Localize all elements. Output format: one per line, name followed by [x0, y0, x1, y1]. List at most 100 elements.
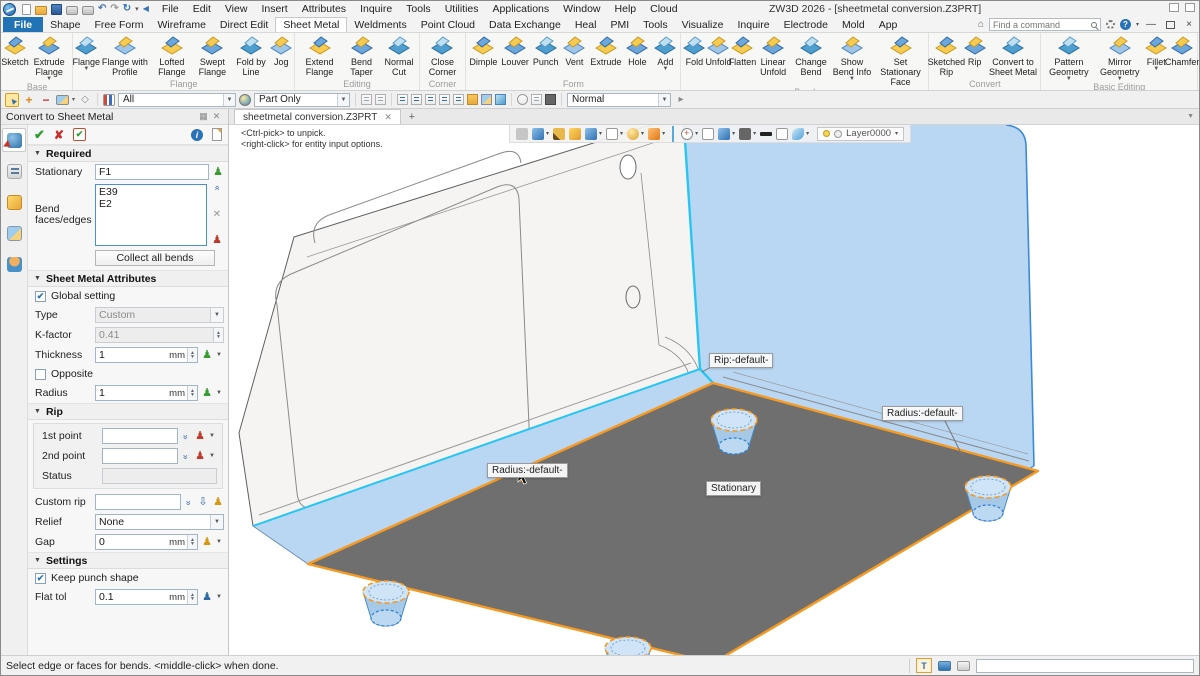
- bend-list-item[interactable]: E2: [99, 198, 203, 210]
- status-input[interactable]: [976, 659, 1194, 673]
- ribbon-button-normal-cut[interactable]: Normal Cut: [380, 34, 417, 77]
- ribbon-tab-shape[interactable]: Shape: [43, 17, 87, 32]
- stationary-input[interactable]: F1: [95, 164, 209, 180]
- material-mode-icon-arrow[interactable]: ▾: [662, 130, 665, 137]
- wireframe-mode-icon-arrow[interactable]: ▾: [620, 130, 623, 137]
- role-manager-tab[interactable]: [2, 252, 26, 276]
- toolbar-options-icon[interactable]: ▾: [135, 6, 139, 13]
- ribbon-button-show-bend-info[interactable]: Show Bend Info▼: [830, 34, 874, 82]
- child-close-icon[interactable]: [1185, 3, 1195, 12]
- second-point-expand-icon[interactable]: »: [181, 451, 191, 461]
- restore-button[interactable]: [1163, 21, 1177, 29]
- multi-view-icon-arrow[interactable]: ▾: [753, 130, 756, 137]
- custom-rip-import-icon[interactable]: ⇩: [197, 497, 209, 508]
- model-dimple-3[interactable]: [363, 581, 409, 626]
- ribbon-tab-wireframe[interactable]: Wireframe: [150, 17, 212, 32]
- input-brackets-icon[interactable]: [531, 94, 542, 105]
- style-combo[interactable]: Normal▼: [567, 93, 671, 107]
- align-reference-icon[interactable]: [361, 94, 372, 105]
- close-button[interactable]: ×: [1182, 19, 1196, 30]
- model-dimple-4[interactable]: [605, 637, 651, 655]
- radius-tag-left[interactable]: Radius:-default-: [487, 463, 568, 478]
- radius-input[interactable]: 1mm▲▼: [95, 385, 198, 401]
- minimize-button[interactable]: —: [1144, 19, 1158, 30]
- type-dropdown[interactable]: Custom▼: [95, 307, 224, 323]
- radius-pick-icon[interactable]: ♟: [201, 388, 213, 399]
- collapse-toolbar-icon[interactable]: ◀: [143, 5, 149, 13]
- ribbon-button-punch[interactable]: Punch: [531, 34, 561, 67]
- filter-text-icon[interactable]: T: [916, 658, 932, 673]
- menu-attributes[interactable]: Attributes: [295, 3, 353, 15]
- ribbon-tab-file[interactable]: File: [3, 17, 43, 32]
- ribbon-tab-electrode[interactable]: Electrode: [777, 17, 835, 32]
- ribbon-button-rip[interactable]: Rip: [963, 34, 987, 67]
- layer-bulb-icon[interactable]: [823, 130, 830, 137]
- ribbon-button-fold[interactable]: Fold: [682, 34, 706, 67]
- home-icon[interactable]: ⌂: [978, 19, 984, 30]
- history-clock-icon[interactable]: [517, 94, 528, 105]
- pick-cursor-icon[interactable]: ▲: [5, 93, 19, 107]
- viewport-canvas[interactable]: <Ctrl-pick> to unpick. <right-click> for…: [229, 125, 1199, 655]
- second-point-pick-icon[interactable]: ♟: [194, 451, 206, 462]
- ribbon-button-extend-flange[interactable]: Extend Flange: [296, 34, 342, 77]
- ribbon-button-dimple[interactable]: Dimple: [467, 34, 499, 67]
- ribbon-tab-mold[interactable]: Mold: [835, 17, 872, 32]
- second-point-dropdown-icon[interactable]: ▼: [209, 453, 217, 459]
- thickness-input[interactable]: 1mm▲▼: [95, 347, 198, 363]
- menu-applications[interactable]: Applications: [486, 3, 557, 15]
- menu-utilities[interactable]: Utilities: [438, 3, 486, 15]
- new-file-icon[interactable]: [22, 4, 31, 15]
- material-mode-icon[interactable]: [648, 128, 660, 140]
- material-block-icon[interactable]: [545, 94, 556, 105]
- screen-display-icon[interactable]: [938, 661, 951, 671]
- section-settings[interactable]: ▼Settings: [28, 552, 228, 569]
- collect-all-bends-button[interactable]: Collect all bends: [95, 250, 215, 266]
- save-icon[interactable]: [51, 4, 62, 15]
- filter-combo[interactable]: All▼: [118, 93, 236, 107]
- second-point-input[interactable]: [102, 448, 178, 464]
- apply-button[interactable]: ✔: [73, 128, 86, 141]
- undo-icon[interactable]: ↶: [98, 4, 106, 14]
- rip-tag[interactable]: Rip:-default-: [709, 353, 773, 368]
- visual-style-icon-arrow[interactable]: ▾: [806, 130, 809, 137]
- ribbon-button-extrude-flange[interactable]: Extrude Flange▼: [27, 34, 71, 82]
- ribbon-button-change-bend[interactable]: Change Bend: [792, 34, 830, 77]
- pick-last-icon[interactable]: [439, 94, 450, 105]
- settings-gear-icon[interactable]: [1106, 20, 1115, 29]
- align-target-icon[interactable]: [375, 94, 386, 105]
- relief-dropdown[interactable]: None▼: [95, 514, 224, 530]
- visual-style-icon[interactable]: [792, 128, 804, 140]
- display-mode-icon-arrow[interactable]: ▾: [599, 130, 602, 137]
- flat-tol-dropdown-icon[interactable]: ▼: [216, 594, 224, 600]
- thickness-pick-dropdown-icon[interactable]: ▼: [216, 352, 224, 358]
- menu-help[interactable]: Help: [608, 3, 644, 15]
- new-tab-button[interactable]: +: [401, 109, 423, 124]
- ribbon-button-linear-unfold[interactable]: Linear Unfold: [754, 34, 791, 77]
- clear-list-icon[interactable]: ✕: [213, 209, 221, 220]
- bend-pick-icon[interactable]: ♟: [211, 235, 223, 246]
- stationary-pick-icon[interactable]: ♟: [212, 167, 224, 178]
- display-mode-icon[interactable]: [585, 128, 597, 140]
- ribbon-button-pattern-geometry[interactable]: Pattern Geometry▼: [1042, 34, 1095, 82]
- ribbon-button-chamfer[interactable]: Chamfer: [1168, 34, 1196, 67]
- pick-first-icon[interactable]: [397, 94, 408, 105]
- capture-image-icon[interactable]: [481, 94, 492, 105]
- search-icon[interactable]: [1091, 22, 1097, 28]
- kfactor-input[interactable]: 0.41▲▼: [95, 327, 224, 343]
- ribbon-button-lofted-flange[interactable]: Lofted Flange: [152, 34, 193, 77]
- assembly-manager-tab[interactable]: [2, 190, 26, 214]
- help-icon[interactable]: ?: [1120, 19, 1131, 30]
- first-point-pick-icon[interactable]: ♟: [194, 431, 206, 442]
- layer-dropdown-icon[interactable]: ▾: [895, 130, 898, 137]
- ribbon-button-louver[interactable]: Louver: [499, 34, 531, 67]
- window-display-icon[interactable]: [957, 661, 970, 671]
- history-manager-tab[interactable]: [2, 159, 26, 183]
- ribbon-tab-sheet-metal[interactable]: Sheet Metal: [275, 17, 347, 32]
- help-dropdown-icon[interactable]: ▾: [1136, 21, 1139, 28]
- ribbon-tab-direct-edit[interactable]: Direct Edit: [213, 17, 275, 32]
- scope-combo[interactable]: Part Only▼: [254, 93, 350, 107]
- ribbon-button-close-corner[interactable]: Close Corner: [421, 34, 465, 77]
- section-view-icon-arrow[interactable]: ▾: [732, 130, 735, 137]
- bend-list-item[interactable]: E39: [99, 186, 203, 198]
- redo-icon[interactable]: ↷: [110, 4, 118, 14]
